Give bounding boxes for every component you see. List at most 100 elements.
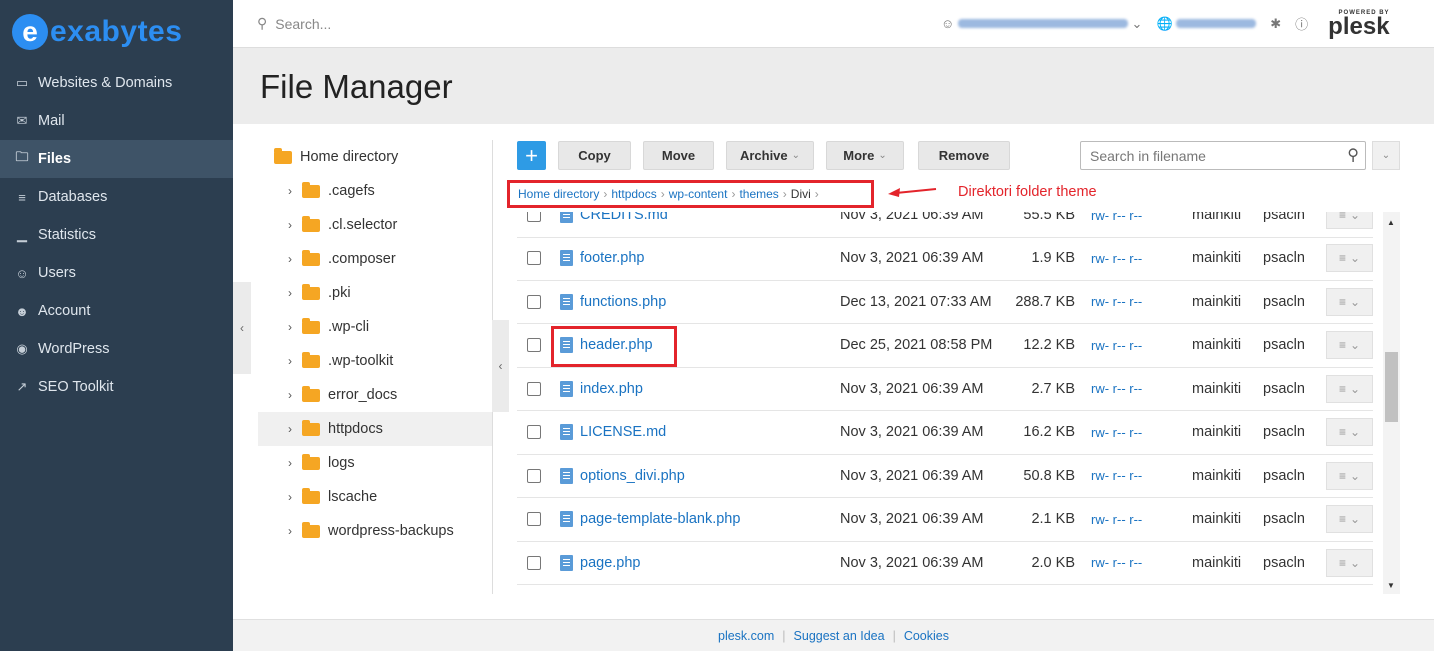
sidebar-item-websites-domains[interactable]: ▭ Websites & Domains bbox=[0, 64, 233, 102]
breadcrumb-item[interactable]: wp-content bbox=[669, 187, 728, 201]
tree-item[interactable]: › wordpress-backups bbox=[258, 514, 492, 548]
sidebar-item-account[interactable]: ☻ Account bbox=[0, 292, 233, 330]
row-checkbox[interactable] bbox=[527, 425, 541, 440]
file-permissions[interactable]: rw- r-- r-- bbox=[1091, 294, 1142, 309]
table-row[interactable]: LICENSE.md Nov 3, 2021 06:39 AM 16.2 KB … bbox=[517, 411, 1373, 455]
tree-item[interactable]: › .cagefs bbox=[258, 174, 492, 208]
add-button[interactable]: + bbox=[517, 141, 546, 170]
more-button[interactable]: More ⌄ bbox=[826, 141, 904, 170]
table-row[interactable]: functions.php Dec 13, 2021 07:33 AM 288.… bbox=[517, 281, 1373, 324]
row-checkbox[interactable] bbox=[527, 381, 541, 396]
row-menu-button[interactable]: ≡ ⌄ bbox=[1326, 287, 1373, 316]
filename-search-input[interactable]: Search in filename ⚲ bbox=[1080, 141, 1366, 170]
global-search[interactable]: ⚲ Search... bbox=[233, 15, 913, 32]
table-row[interactable]: options_divi.php Nov 3, 2021 06:39 AM 50… bbox=[517, 455, 1373, 498]
sidebar-item-users[interactable]: ☺ Users bbox=[0, 254, 233, 292]
footer-link-suggest[interactable]: Suggest an Idea bbox=[794, 629, 885, 643]
sidebar-item-databases[interactable]: ≡ Databases bbox=[0, 178, 233, 216]
tree-item-home[interactable]: Home directory bbox=[258, 140, 492, 174]
row-checkbox[interactable] bbox=[527, 251, 541, 266]
row-checkbox[interactable] bbox=[527, 555, 541, 570]
tree-item[interactable]: › error_docs bbox=[258, 378, 492, 412]
table-row[interactable]: footer.php Nov 3, 2021 06:39 AM 1.9 KB r… bbox=[517, 237, 1373, 281]
tree-item[interactable]: › logs bbox=[258, 446, 492, 480]
search-options-dropdown[interactable]: ⌄ bbox=[1372, 141, 1400, 170]
row-menu-button[interactable]: ≡ ⌄ bbox=[1326, 331, 1373, 360]
row-checkbox[interactable] bbox=[527, 338, 541, 353]
file-name[interactable]: functions.php bbox=[580, 294, 666, 310]
move-button[interactable]: Move bbox=[643, 141, 714, 170]
chevron-right-icon[interactable]: › bbox=[288, 422, 302, 436]
tree-item[interactable]: › .wp-cli bbox=[258, 310, 492, 344]
chevron-right-icon[interactable]: › bbox=[288, 456, 302, 470]
file-permissions[interactable]: rw- r-- r-- bbox=[1091, 512, 1142, 527]
subscription-menu[interactable]: 🌐 bbox=[1156, 16, 1257, 32]
tree-item[interactable]: › .pki bbox=[258, 276, 492, 310]
footer-link-cookies[interactable]: Cookies bbox=[904, 629, 949, 643]
chevron-right-icon[interactable]: › bbox=[288, 524, 302, 538]
chevron-right-icon[interactable]: › bbox=[288, 354, 302, 368]
tree-item[interactable]: › .cl.selector bbox=[258, 208, 492, 242]
row-menu-button[interactable]: ≡ ⌄ bbox=[1326, 505, 1373, 534]
collapse-tree-handle[interactable]: ‹ bbox=[492, 320, 509, 412]
table-row[interactable]: index.php Nov 3, 2021 06:39 AM 2.7 KB rw… bbox=[517, 368, 1373, 411]
file-permissions[interactable]: rw- r-- r-- bbox=[1091, 555, 1142, 570]
chevron-right-icon[interactable]: › bbox=[288, 320, 302, 334]
file-name[interactable]: page-template-blank.php bbox=[580, 511, 740, 527]
file-permissions[interactable]: rw- r-- r-- bbox=[1091, 425, 1142, 440]
file-name[interactable]: footer.php bbox=[580, 250, 645, 266]
chevron-right-icon[interactable]: › bbox=[288, 490, 302, 504]
tree-item[interactable]: › .composer bbox=[258, 242, 492, 276]
archive-button[interactable]: Archive ⌄ bbox=[726, 141, 814, 170]
tree-item[interactable]: › .wp-toolkit bbox=[258, 344, 492, 378]
file-name[interactable]: index.php bbox=[580, 381, 643, 397]
row-menu-button[interactable]: ≡ ⌄ bbox=[1326, 461, 1373, 490]
table-row[interactable]: page-template-blank.php Nov 3, 2021 06:3… bbox=[517, 498, 1373, 542]
tree-item[interactable]: › lscache bbox=[258, 480, 492, 514]
copy-button[interactable]: Copy bbox=[558, 141, 631, 170]
chevron-right-icon[interactable]: › bbox=[288, 286, 302, 300]
help-icon[interactable]: ⓘ bbox=[1295, 14, 1308, 33]
breadcrumb-item[interactable]: themes bbox=[739, 187, 778, 201]
table-row[interactable]: CREDITS.md Nov 3, 2021 06:39 AM 55.5 KB … bbox=[517, 212, 1373, 238]
footer-link-plesk[interactable]: plesk.com bbox=[718, 629, 774, 643]
chevron-right-icon[interactable]: › bbox=[288, 388, 302, 402]
breadcrumb-item[interactable]: Home directory bbox=[518, 187, 599, 201]
file-permissions[interactable]: rw- r-- r-- bbox=[1091, 468, 1142, 483]
row-checkbox[interactable] bbox=[527, 294, 541, 309]
table-row[interactable]: page.php Nov 3, 2021 06:39 AM 2.0 KB rw-… bbox=[517, 542, 1373, 585]
file-permissions[interactable]: rw- r-- r-- bbox=[1091, 251, 1142, 266]
user-menu[interactable]: ☺ ⌄ bbox=[941, 16, 1142, 32]
row-menu-button[interactable]: ≡ ⌄ bbox=[1326, 418, 1373, 447]
breadcrumb-item[interactable]: httpdocs bbox=[611, 187, 656, 201]
file-name[interactable]: options_divi.php bbox=[580, 468, 685, 484]
sidebar-item-statistics[interactable]: ▁ Statistics bbox=[0, 216, 233, 254]
row-menu-button[interactable]: ≡ ⌄ bbox=[1326, 374, 1373, 403]
file-list-scrollbar[interactable]: ▲ ▼ bbox=[1383, 212, 1400, 594]
row-checkbox[interactable] bbox=[527, 468, 541, 483]
file-name[interactable]: LICENSE.md bbox=[580, 424, 666, 440]
tree-item-selected[interactable]: › httpdocs bbox=[258, 412, 492, 446]
brand-logo[interactable]: e exabytes bbox=[0, 0, 233, 64]
row-menu-button[interactable]: ≡ ⌄ bbox=[1326, 548, 1373, 577]
remove-button[interactable]: Remove bbox=[918, 141, 1010, 170]
row-menu-button[interactable]: ≡ ⌄ bbox=[1326, 212, 1373, 230]
sidebar-item-seo-toolkit[interactable]: ↗ SEO Toolkit bbox=[0, 368, 233, 406]
file-name[interactable]: page.php bbox=[580, 555, 640, 571]
chevron-right-icon[interactable]: › bbox=[288, 218, 302, 232]
sidebar-item-mail[interactable]: ✉ Mail bbox=[0, 102, 233, 140]
row-menu-button[interactable]: ≡ ⌄ bbox=[1326, 244, 1373, 273]
row-checkbox[interactable] bbox=[527, 512, 541, 527]
row-checkbox[interactable] bbox=[527, 212, 541, 223]
extensions-icon[interactable]: ✱ bbox=[1270, 16, 1281, 32]
chevron-right-icon[interactable]: › bbox=[288, 252, 302, 266]
file-permissions[interactable]: rw- r-- r-- bbox=[1091, 212, 1142, 223]
sidebar-item-wordpress[interactable]: ◉ WordPress bbox=[0, 330, 233, 368]
collapse-sidebar-handle[interactable]: ‹ bbox=[233, 282, 251, 374]
file-permissions[interactable]: rw- r-- r-- bbox=[1091, 381, 1142, 396]
file-name[interactable]: CREDITS.md bbox=[580, 212, 668, 223]
scroll-up-icon[interactable]: ▲ bbox=[1387, 218, 1395, 227]
search-icon[interactable]: ⚲ bbox=[1347, 145, 1359, 165]
sidebar-item-files[interactable]: 🗀 Files bbox=[0, 140, 233, 178]
file-permissions[interactable]: rw- r-- r-- bbox=[1091, 338, 1142, 353]
